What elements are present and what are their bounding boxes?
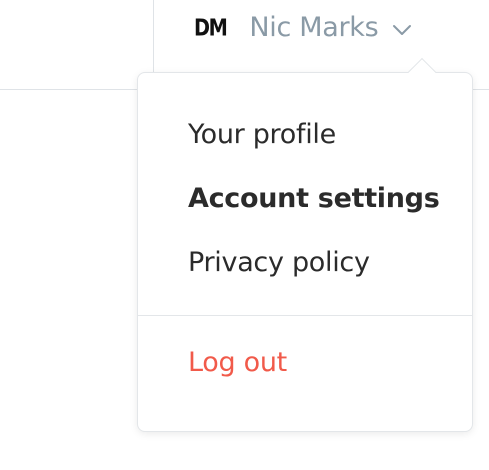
menu-item-account-settings[interactable]: Account settings: [188, 183, 440, 214]
user-dropdown-menu: Your profile Account settings Privacy po…: [137, 57, 473, 432]
menu-divider: [138, 315, 472, 316]
menu-item-your-profile[interactable]: Your profile: [188, 119, 336, 150]
user-menu-toggle[interactable]: DM Nic Marks: [190, 8, 412, 48]
menu-item-privacy-policy[interactable]: Privacy policy: [188, 247, 370, 278]
user-name: Nic Marks: [249, 11, 379, 43]
logout-button[interactable]: Log out: [188, 347, 287, 378]
avatar: DM: [194, 15, 228, 41]
chevron-down-icon: [392, 24, 412, 36]
